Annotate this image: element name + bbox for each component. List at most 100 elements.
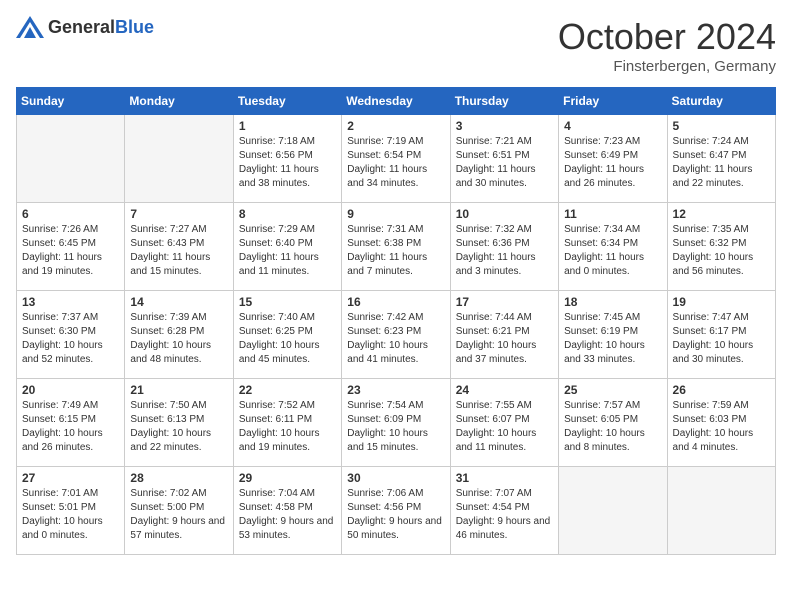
day-cell: 29 Sunrise: 7:04 AM Sunset: 4:58 PM Dayli… <box>233 467 341 555</box>
logo: GeneralBlue <box>16 16 154 38</box>
col-header-wednesday: Wednesday <box>342 88 450 115</box>
day-info: Sunrise: 7:02 AM Sunset: 5:00 PM Dayligh… <box>130 487 227 543</box>
day-number: 21 <box>130 383 227 397</box>
day-cell: 3 Sunrise: 7:21 AM Sunset: 6:51 PM Daylig… <box>450 115 558 203</box>
day-info: Sunrise: 7:35 AM Sunset: 6:32 PM Dayligh… <box>673 223 770 279</box>
day-number: 5 <box>673 119 770 133</box>
day-number: 22 <box>239 383 336 397</box>
day-info: Sunrise: 7:04 AM Sunset: 4:58 PM Dayligh… <box>239 487 336 543</box>
day-cell: 7Sunrise: 7:27 AM Sunset: 6:43 PM Daylig… <box>125 203 233 291</box>
month-title: October 2024 <box>558 16 776 58</box>
day-number: 19 <box>673 295 770 309</box>
day-cell: 13 Sunrise: 7:37 AM Sunset: 6:30 PM Dayli… <box>17 291 125 379</box>
day-cell: 9 Sunrise: 7:31 AM Sunset: 6:38 PM Daylig… <box>342 203 450 291</box>
day-number: 7 <box>130 207 227 221</box>
week-row-5: 27 Sunrise: 7:01 AM Sunset: 5:01 PM Dayli… <box>17 467 776 555</box>
day-info: Sunrise: 7:39 AM Sunset: 6:28 PM Dayligh… <box>130 311 227 367</box>
day-cell: 5 Sunrise: 7:24 AM Sunset: 6:47 PM Daylig… <box>667 115 775 203</box>
day-number: 28 <box>130 471 227 485</box>
day-number: 8 <box>239 207 336 221</box>
day-info: Sunrise: 7:37 AM Sunset: 6:30 PM Dayligh… <box>22 311 119 367</box>
day-info: Sunrise: 7:49 AM Sunset: 6:15 PM Dayligh… <box>22 399 119 455</box>
day-number: 6 <box>22 207 119 221</box>
day-cell: 11Sunrise: 7:34 AM Sunset: 6:34 PM Dayli… <box>559 203 667 291</box>
day-cell: 2Sunrise: 7:19 AM Sunset: 6:54 PM Daylig… <box>342 115 450 203</box>
col-header-tuesday: Tuesday <box>233 88 341 115</box>
day-cell: 21 Sunrise: 7:50 AM Sunset: 6:13 PM Dayli… <box>125 379 233 467</box>
day-cell: 15Sunrise: 7:40 AM Sunset: 6:25 PM Dayli… <box>233 291 341 379</box>
logo-blue: Blue <box>115 17 154 37</box>
day-number: 13 <box>22 295 119 309</box>
day-info: Sunrise: 7:01 AM Sunset: 5:01 PM Dayligh… <box>22 487 119 543</box>
logo-text: GeneralBlue <box>48 17 154 38</box>
day-number: 1 <box>239 119 336 133</box>
day-number: 16 <box>347 295 444 309</box>
day-info: Sunrise: 7:18 AM Sunset: 6:56 PM Dayligh… <box>239 135 336 191</box>
day-info: Sunrise: 7:54 AM Sunset: 6:09 PM Dayligh… <box>347 399 444 455</box>
day-number: 30 <box>347 471 444 485</box>
day-info: Sunrise: 7:29 AM Sunset: 6:40 PM Dayligh… <box>239 223 336 279</box>
day-cell: 27 Sunrise: 7:01 AM Sunset: 5:01 PM Dayli… <box>17 467 125 555</box>
day-info: Sunrise: 7:26 AM Sunset: 6:45 PM Dayligh… <box>22 223 119 279</box>
day-cell: 19 Sunrise: 7:47 AM Sunset: 6:17 PM Dayli… <box>667 291 775 379</box>
day-info: Sunrise: 7:32 AM Sunset: 6:36 PM Dayligh… <box>456 223 553 279</box>
day-number: 29 <box>239 471 336 485</box>
day-info: Sunrise: 7:23 AM Sunset: 6:49 PM Dayligh… <box>564 135 661 191</box>
day-cell: 30 Sunrise: 7:06 AM Sunset: 4:56 PM Dayli… <box>342 467 450 555</box>
calendar-table: SundayMondayTuesdayWednesdayThursdayFrid… <box>16 87 776 555</box>
week-row-4: 20Sunrise: 7:49 AM Sunset: 6:15 PM Dayli… <box>17 379 776 467</box>
day-number: 9 <box>347 207 444 221</box>
day-cell: 25Sunrise: 7:57 AM Sunset: 6:05 PM Dayli… <box>559 379 667 467</box>
day-number: 27 <box>22 471 119 485</box>
day-number: 14 <box>130 295 227 309</box>
day-cell: 22 Sunrise: 7:52 AM Sunset: 6:11 PM Dayli… <box>233 379 341 467</box>
day-number: 15 <box>239 295 336 309</box>
day-number: 11 <box>564 207 661 221</box>
day-cell: 31 Sunrise: 7:07 AM Sunset: 4:54 PM Dayli… <box>450 467 558 555</box>
day-cell <box>667 467 775 555</box>
day-info: Sunrise: 7:44 AM Sunset: 6:21 PM Dayligh… <box>456 311 553 367</box>
day-number: 26 <box>673 383 770 397</box>
day-cell: 24Sunrise: 7:55 AM Sunset: 6:07 PM Dayli… <box>450 379 558 467</box>
day-info: Sunrise: 7:59 AM Sunset: 6:03 PM Dayligh… <box>673 399 770 455</box>
day-cell: 10 Sunrise: 7:32 AM Sunset: 6:36 PM Dayli… <box>450 203 558 291</box>
day-info: Sunrise: 7:50 AM Sunset: 6:13 PM Dayligh… <box>130 399 227 455</box>
day-number: 4 <box>564 119 661 133</box>
day-number: 23 <box>347 383 444 397</box>
day-cell: 14 Sunrise: 7:39 AM Sunset: 6:28 PM Dayli… <box>125 291 233 379</box>
day-info: Sunrise: 7:47 AM Sunset: 6:17 PM Dayligh… <box>673 311 770 367</box>
day-cell: 28 Sunrise: 7:02 AM Sunset: 5:00 PM Dayli… <box>125 467 233 555</box>
day-cell <box>559 467 667 555</box>
logo-icon <box>16 16 44 38</box>
week-row-1: 1 Sunrise: 7:18 AM Sunset: 6:56 PM Daylig… <box>17 115 776 203</box>
day-cell: 8 Sunrise: 7:29 AM Sunset: 6:40 PM Daylig… <box>233 203 341 291</box>
day-cell <box>125 115 233 203</box>
logo-general: General <box>48 17 115 37</box>
day-number: 3 <box>456 119 553 133</box>
col-header-sunday: Sunday <box>17 88 125 115</box>
col-header-friday: Friday <box>559 88 667 115</box>
col-header-monday: Monday <box>125 88 233 115</box>
location-title: Finsterbergen, Germany <box>558 58 776 75</box>
day-number: 18 <box>564 295 661 309</box>
day-cell: 17Sunrise: 7:44 AM Sunset: 6:21 PM Dayli… <box>450 291 558 379</box>
day-info: Sunrise: 7:21 AM Sunset: 6:51 PM Dayligh… <box>456 135 553 191</box>
page-header: GeneralBlue October 2024 Finsterbergen, … <box>16 16 776 75</box>
day-info: Sunrise: 7:31 AM Sunset: 6:38 PM Dayligh… <box>347 223 444 279</box>
day-info: Sunrise: 7:52 AM Sunset: 6:11 PM Dayligh… <box>239 399 336 455</box>
day-info: Sunrise: 7:06 AM Sunset: 4:56 PM Dayligh… <box>347 487 444 543</box>
day-cell: 1 Sunrise: 7:18 AM Sunset: 6:56 PM Daylig… <box>233 115 341 203</box>
day-number: 31 <box>456 471 553 485</box>
day-number: 10 <box>456 207 553 221</box>
day-cell: 18Sunrise: 7:45 AM Sunset: 6:19 PM Dayli… <box>559 291 667 379</box>
day-info: Sunrise: 7:07 AM Sunset: 4:54 PM Dayligh… <box>456 487 553 543</box>
day-cell: 12 Sunrise: 7:35 AM Sunset: 6:32 PM Dayli… <box>667 203 775 291</box>
col-header-saturday: Saturday <box>667 88 775 115</box>
day-info: Sunrise: 7:24 AM Sunset: 6:47 PM Dayligh… <box>673 135 770 191</box>
day-cell: 4 Sunrise: 7:23 AM Sunset: 6:49 PM Daylig… <box>559 115 667 203</box>
day-number: 2 <box>347 119 444 133</box>
day-cell: 26 Sunrise: 7:59 AM Sunset: 6:03 PM Dayli… <box>667 379 775 467</box>
day-cell: 16Sunrise: 7:42 AM Sunset: 6:23 PM Dayli… <box>342 291 450 379</box>
col-header-thursday: Thursday <box>450 88 558 115</box>
day-number: 12 <box>673 207 770 221</box>
